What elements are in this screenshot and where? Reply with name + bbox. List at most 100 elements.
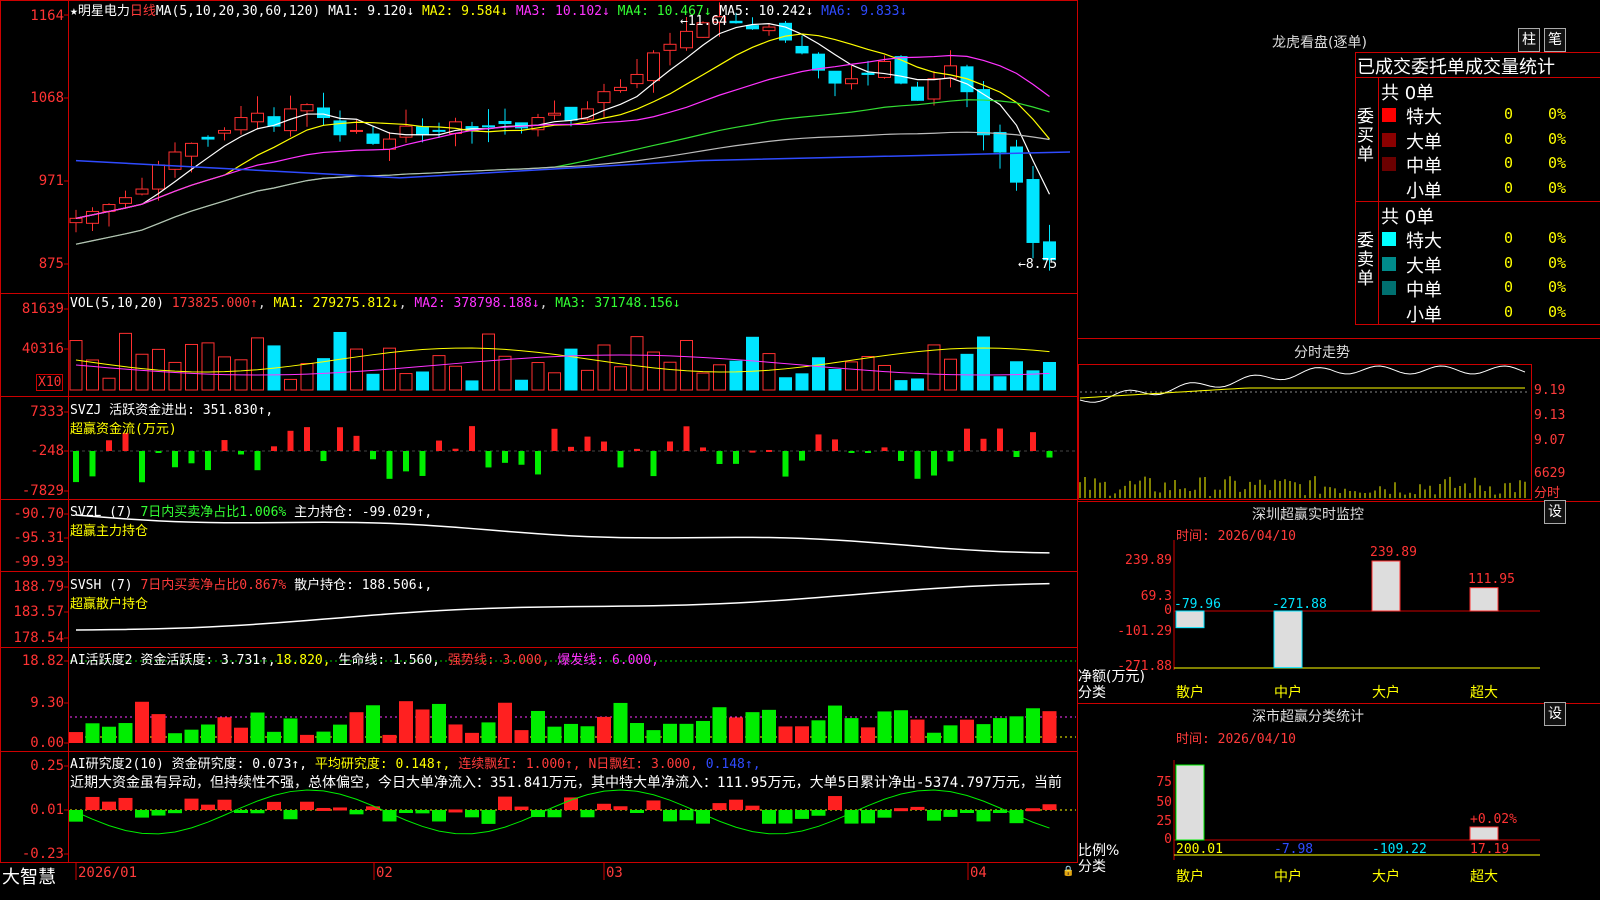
ai1-bar <box>399 701 413 743</box>
monitor-title: 深圳超赢实时监控 <box>1252 507 1364 523</box>
monitor-category: 散户 <box>1176 685 1204 701</box>
ma1-line <box>75 23 1051 219</box>
svzj-bar <box>832 439 838 451</box>
classify-category: 散户 <box>1176 869 1204 885</box>
volume-bar <box>185 343 198 391</box>
candle <box>878 61 891 78</box>
candle <box>630 73 644 85</box>
ma-title: MA(5,10,20,30,60,120) <box>155 4 321 19</box>
candle <box>251 112 264 123</box>
ai1-bar <box>811 720 826 743</box>
volume-bar <box>581 369 594 391</box>
ai2-bar <box>679 810 694 821</box>
stock-terminal: ★明星电力日线MA(5,10,20,30,60,120) MA1: 9.120↓… <box>0 0 1600 900</box>
candle <box>762 26 776 32</box>
candle <box>729 20 743 24</box>
ai1-header: AI活跃度2 资金活跃度: 3.731↑,18.820, 生命线: 1.560,… <box>70 649 659 668</box>
y-axis-tick: 18.82 <box>21 653 64 669</box>
candle <box>1010 146 1023 183</box>
volume-bar <box>647 351 660 391</box>
svzj-bar <box>667 441 673 451</box>
ai2-bar <box>630 810 644 813</box>
ai2-bar <box>481 810 496 824</box>
volume-bar <box>1010 361 1023 391</box>
buy-side-label: 委买单 <box>1357 107 1374 165</box>
ai1-b: 18.820, <box>275 653 331 668</box>
candle <box>350 129 363 132</box>
ai2-bar <box>861 810 875 824</box>
svzj-bar <box>815 434 822 451</box>
vol-title: VOL(5,10,20) <box>70 296 164 311</box>
bar-mode-button[interactable]: 柱 <box>1518 28 1540 52</box>
lhkp-row-pct: 0% <box>1548 229 1567 247</box>
volume-bar <box>465 380 479 391</box>
sell-side-label: 委卖单 <box>1357 231 1374 289</box>
fenshi-chart[interactable] <box>1078 364 1532 500</box>
tick-mode-button[interactable]: 笔 <box>1544 28 1566 52</box>
ai2-bar <box>828 796 842 810</box>
svzj-bar <box>271 446 277 451</box>
candle <box>614 86 627 92</box>
svzj-bar <box>865 451 871 453</box>
volume-bar <box>729 360 743 391</box>
svzl-hold: 主力持仓: -99.029↑, <box>294 505 433 520</box>
candle <box>911 86 924 101</box>
ai2-bar <box>811 810 826 816</box>
classify-settings-button[interactable]: 设 <box>1544 702 1566 726</box>
candle <box>663 43 677 51</box>
svzl-desc: 7日内买卖净占比1.006% <box>140 505 287 520</box>
volume-bar <box>201 342 215 391</box>
svzj-bar <box>337 427 343 451</box>
ai1-bar <box>844 718 859 743</box>
svzj-bar <box>898 451 904 461</box>
fenshi-price-3: 9.07 <box>1534 433 1566 448</box>
ai1-bar <box>366 705 380 743</box>
y-axis-tick: 0.00 <box>30 735 64 751</box>
svzj-bar <box>980 438 987 451</box>
lhkp-row-vol: 0 <box>1504 129 1514 148</box>
svzl-header: SVZL (7) 7日内买卖净占比1.006% 主力持仓: -99.029↑, … <box>70 501 432 539</box>
candle <box>746 25 759 30</box>
lhkp-row-pct: 0% <box>1548 105 1567 123</box>
ai1-bar <box>580 726 595 743</box>
svzj-bar <box>881 447 888 451</box>
monitor-bar <box>1469 587 1499 612</box>
ai1-bar <box>514 730 529 743</box>
candle <box>119 197 132 204</box>
ai1-bar <box>349 712 364 743</box>
svzj-bar <box>386 451 393 479</box>
svzj-bar <box>568 446 574 451</box>
ma6-value: MA6: 9.833↓ <box>821 4 908 19</box>
lock-icon[interactable]: 🔒 <box>1062 866 1074 877</box>
svzj-title: SVZJ <box>70 403 102 418</box>
vol-value: 173825.000↑ <box>171 296 258 311</box>
ai1-bar <box>250 712 265 743</box>
ai2-bar <box>267 801 281 810</box>
volume-bar <box>531 362 545 391</box>
svzj-bar <box>634 448 640 451</box>
classify-value: 200.01 <box>1176 842 1223 857</box>
volume-bar <box>977 336 990 391</box>
svzj-bar <box>172 451 178 468</box>
ai1-bar <box>597 716 611 743</box>
y-axis-tick: 40316 <box>21 341 64 357</box>
ai2-c: 连续飘红: 1.000↑, <box>458 757 581 772</box>
period-label[interactable]: 日线 <box>130 4 156 19</box>
monitor-settings-button[interactable]: 设 <box>1544 500 1566 524</box>
classify-y-tick: 75 <box>1156 775 1172 790</box>
candle <box>647 52 660 82</box>
stock-name: 明星电力 <box>77 4 130 19</box>
svsh-desc: 7日内买卖净占比0.867% <box>140 578 287 593</box>
candle <box>185 142 198 157</box>
svzj-bar <box>518 451 525 465</box>
candle <box>69 217 83 224</box>
ma5-value: MA5: 10.242↓ <box>719 4 814 19</box>
ai2-bar <box>712 803 727 810</box>
ai1-bar <box>448 724 463 743</box>
lhkp-row-name: 中单 <box>1406 280 1442 301</box>
volume-bar <box>515 379 528 391</box>
divider <box>1078 338 1600 339</box>
ai2-bar <box>415 810 430 814</box>
ai2-bar <box>976 810 991 822</box>
favorite-star-icon[interactable]: ★ <box>70 4 78 19</box>
